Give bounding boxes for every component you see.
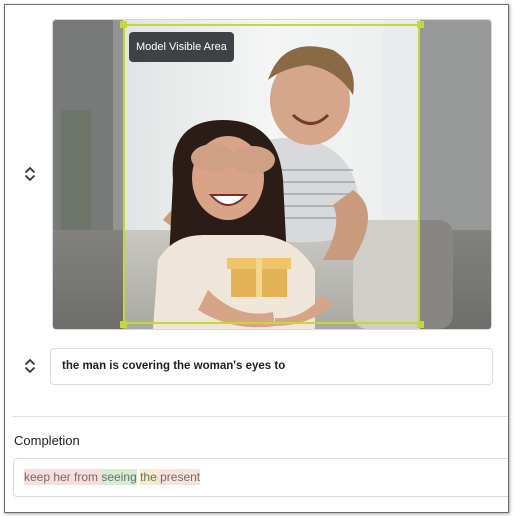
completion-token: present: [156, 469, 201, 485]
chevron-up-down-icon: [25, 167, 35, 181]
prompt-text-input[interactable]: the man is covering the woman's eyes to: [50, 348, 493, 385]
completion-token: keep her from: [24, 469, 102, 485]
reorder-image-handle[interactable]: [22, 164, 38, 184]
completion-token: the: [140, 469, 157, 485]
crop-handle-top-left[interactable]: [120, 21, 127, 28]
model-visible-area-frame[interactable]: [123, 24, 420, 324]
section-divider: [12, 416, 508, 417]
crop-handle-bottom-right[interactable]: [417, 321, 424, 328]
image-input-card[interactable]: Model Visible Area: [52, 19, 492, 330]
multimodal-prompt-editor: Model Visible Area the man is covering t…: [4, 4, 509, 513]
completion-label: Completion: [14, 433, 80, 448]
reorder-text-handle[interactable]: [22, 356, 38, 376]
chevron-up-down-icon: [25, 359, 35, 373]
crop-handle-bottom-left[interactable]: [120, 321, 127, 328]
visible-area-label: Model Visible Area: [129, 32, 234, 62]
completion-output[interactable]: keep her from seeing the present: [13, 458, 508, 497]
completion-token: seeing: [101, 469, 137, 485]
crop-handle-top-right[interactable]: [417, 21, 424, 28]
